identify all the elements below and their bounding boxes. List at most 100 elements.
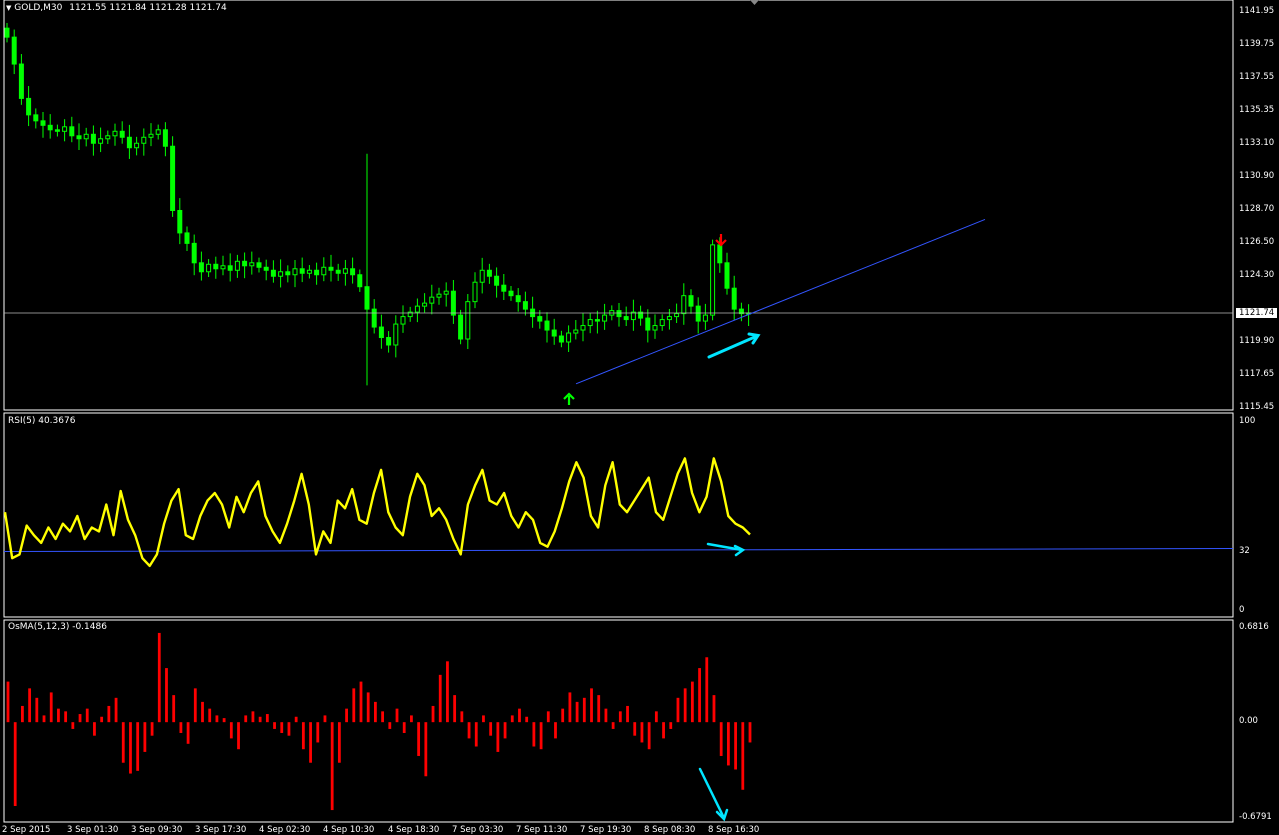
osma-bar [129, 722, 132, 774]
osma-bar [107, 705, 111, 723]
osma-bar [654, 711, 658, 723]
osma-bar [237, 722, 240, 750]
candle-body [177, 209, 183, 234]
osma-bar [525, 716, 529, 723]
osma-bar [78, 714, 82, 723]
candle-body [134, 142, 140, 149]
candle-body [508, 290, 514, 297]
candle-body [220, 265, 226, 270]
osma-bar [460, 711, 464, 723]
symbol-label: GOLD,M30 [14, 3, 63, 13]
candle-body [731, 287, 737, 310]
osma-bar [229, 722, 233, 739]
osma-bar [748, 722, 752, 743]
osma-bar [482, 715, 485, 723]
osma-bar [265, 714, 269, 723]
osma-bar [532, 722, 536, 747]
rsi-tick: 100 [1239, 416, 1256, 426]
osma-bar [453, 695, 457, 723]
candle-body [256, 262, 262, 268]
candle-body [400, 316, 406, 325]
candle-body [623, 316, 629, 321]
candle-body [213, 263, 219, 270]
osma-panel-title: OsMA(5,12,3) -0.1486 [8, 622, 107, 632]
candle-body [184, 232, 190, 244]
osma-bar [114, 697, 118, 723]
trading-chart[interactable] [0, 0, 1279, 834]
osma-bar [121, 722, 125, 763]
candle-body [314, 269, 320, 276]
osma-bar [49, 692, 53, 723]
osma-bar [431, 705, 435, 723]
price-tick: 1141.95 [1239, 6, 1275, 16]
candle-body [544, 320, 550, 331]
candle-body [371, 308, 377, 328]
candle-body [443, 290, 449, 295]
current-price-badge: 1121.74 [1236, 308, 1278, 318]
osma-bar [28, 688, 32, 723]
osma-tick: 0.6816 [1239, 622, 1269, 632]
candle-body [278, 271, 284, 277]
candle-body [242, 260, 248, 267]
candle-body [11, 36, 17, 65]
osma-bar [136, 722, 140, 771]
osma-bar [705, 657, 709, 723]
osma-bar [6, 681, 10, 723]
osma-bar [395, 708, 399, 723]
price-tick: 1115.45 [1239, 402, 1275, 412]
candle-body [681, 295, 687, 315]
candle-body [494, 275, 500, 286]
osma-bar [618, 711, 622, 723]
candle-body [710, 244, 716, 316]
osma-bar [330, 722, 334, 811]
candle-body [616, 310, 622, 318]
ohlc-values: 1121.55 1121.84 1121.28 1121.74 [69, 3, 227, 13]
price-tick: 1130.90 [1239, 171, 1275, 181]
osma-bar [626, 705, 629, 723]
candle-body [198, 262, 204, 273]
candle-body [666, 316, 672, 321]
candle-body [162, 129, 168, 147]
candle-body [558, 335, 564, 343]
osma-bar [64, 711, 68, 723]
osma-bar [172, 695, 176, 723]
candle-body [299, 268, 305, 274]
candle-body [33, 114, 39, 122]
candle-body [4, 27, 10, 38]
candle-body [587, 319, 593, 327]
candle-body [83, 133, 89, 140]
candle-body [414, 305, 420, 313]
osma-bar [402, 722, 406, 733]
osma-bar [597, 695, 601, 723]
candle-body [717, 244, 723, 264]
price-tick: 1133.10 [1239, 138, 1275, 148]
candle-body [450, 290, 456, 316]
osma-bar [640, 722, 644, 743]
candle-body [472, 281, 478, 303]
osma-bar [179, 722, 183, 733]
candle-body [270, 269, 276, 277]
candle-body [62, 126, 68, 132]
osma-bar [561, 708, 565, 723]
candle-body [674, 313, 680, 318]
osma-bar [669, 722, 673, 729]
candle-body [551, 329, 557, 337]
candle-body [522, 301, 528, 310]
chevron-down-icon[interactable]: ▼ [6, 4, 11, 12]
osma-bar [42, 715, 46, 723]
osma-bar [13, 722, 17, 807]
candle-body [436, 293, 442, 298]
osma-bar [510, 715, 514, 723]
candle-body [170, 145, 176, 211]
candle-body [26, 97, 32, 116]
candle-body [465, 301, 471, 340]
rsi-level-line [3, 548, 1234, 553]
osma-bar [366, 692, 370, 723]
osma-bar [21, 705, 24, 723]
panel-frame [3, 0, 1234, 411]
candle-body [76, 135, 82, 140]
osma-bar [575, 701, 579, 723]
osma-bar [85, 708, 89, 723]
osma-bar [287, 722, 291, 736]
candle-body [537, 316, 543, 322]
